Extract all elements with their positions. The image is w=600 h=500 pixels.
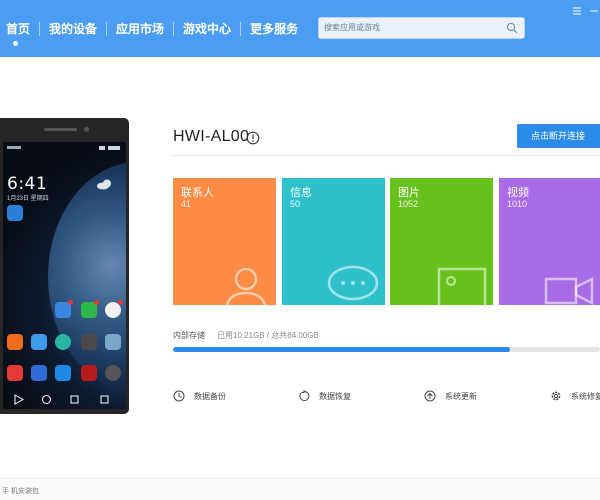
action-label: 系统更新 xyxy=(445,391,477,401)
update-icon xyxy=(424,390,436,402)
minimize-icon[interactable] xyxy=(588,5,600,17)
message-icon xyxy=(327,265,379,301)
repair-action[interactable]: 系统修复 xyxy=(550,389,600,403)
tile-label: 联系人 xyxy=(181,187,214,199)
tile-label: 图片 xyxy=(398,187,420,199)
info-icon[interactable] xyxy=(246,131,260,145)
status-text: 手 机安装包 xyxy=(2,488,39,495)
main-nav: 首页 我的设备 应用市场 游戏中心 更多服务 xyxy=(0,0,307,57)
phone-camera xyxy=(84,127,89,132)
phone-screen: 6:41 1月23日 星期四 xyxy=(3,142,126,409)
menu-icon[interactable] xyxy=(571,5,583,17)
storage-usage-text: 已用10.21GB / 总共64.00GB xyxy=(217,331,319,340)
tile-label: 信息 xyxy=(290,187,312,199)
tile-images[interactable]: 图片 1052 xyxy=(390,178,493,305)
search-icon[interactable] xyxy=(506,22,518,34)
image-icon xyxy=(437,267,487,305)
refresh-icon xyxy=(42,395,51,404)
app-icon-phone xyxy=(7,365,23,381)
search-placeholder: 搜索应用或游戏 xyxy=(324,23,380,32)
tab-home[interactable]: 首页 xyxy=(0,21,39,37)
search-input[interactable]: 搜索应用或游戏 xyxy=(318,17,525,39)
tile-label: 视频 xyxy=(507,187,529,199)
gear-icon xyxy=(551,391,561,401)
app-icon-taobao xyxy=(7,334,23,350)
tile-count: 41 xyxy=(181,199,192,209)
tile-contacts[interactable]: 联系人 41 xyxy=(173,178,276,305)
restore-icon xyxy=(299,390,310,401)
status-bar: 手 机安装包 xyxy=(0,478,600,500)
top-bar: 首页 我的设备 应用市场 游戏中心 更多服务 搜索应用或游戏 xyxy=(0,0,600,57)
app-icon-music xyxy=(81,365,97,381)
backup-icon xyxy=(173,390,185,402)
active-tab-indicator xyxy=(13,41,18,46)
phone-preview: 6:41 1月23日 星期四 xyxy=(0,118,129,414)
update-action[interactable]: 系统更新 xyxy=(424,389,477,403)
action-label: 数据恢复 xyxy=(319,391,351,401)
phone-speaker xyxy=(44,128,77,131)
tile-messages[interactable]: 信息 50 xyxy=(282,178,385,305)
storage-label: 内部存储 xyxy=(173,331,205,340)
app-icon-qq xyxy=(105,300,123,318)
tile-videos[interactable]: 视频 1010 xyxy=(499,178,600,305)
app-icon-files xyxy=(31,334,47,350)
app-icon-gallery xyxy=(7,205,23,221)
app-icon-alipay xyxy=(55,300,73,318)
contact-icon xyxy=(225,267,267,305)
tab-my-devices[interactable]: 我的设备 xyxy=(40,21,106,37)
tile-count: 50 xyxy=(290,199,301,209)
storage-progress-fill xyxy=(173,347,511,352)
cloud-icon xyxy=(97,179,111,190)
header-divider xyxy=(173,155,600,156)
crop-icon xyxy=(70,395,79,404)
tab-more-services[interactable]: 更多服务 xyxy=(241,21,307,37)
app-icon-camera xyxy=(105,365,121,381)
app-icon-browser xyxy=(55,334,71,350)
tile-count: 1052 xyxy=(398,199,419,209)
restore-action[interactable]: 数据恢复 xyxy=(298,389,351,403)
app-icon-messages xyxy=(31,365,47,381)
tab-game-center[interactable]: 游戏中心 xyxy=(174,21,240,37)
backup-action[interactable]: 数据备份 xyxy=(173,389,226,403)
app-icon-photos xyxy=(105,334,121,350)
tile-count: 1010 xyxy=(507,199,528,209)
app-icon-wechat xyxy=(81,300,99,318)
phone-date: 1月23日 星期四 xyxy=(7,196,49,202)
storage-progress-bar xyxy=(173,347,600,352)
action-label: 数据备份 xyxy=(194,391,226,401)
action-label: 系统修复 xyxy=(571,391,600,401)
app-icon-tools xyxy=(81,334,97,350)
wallpaper-earth xyxy=(48,162,126,392)
video-icon xyxy=(544,276,594,305)
phone-clock: 6:41 xyxy=(7,174,48,194)
app-icon-contacts xyxy=(55,365,71,381)
play-icon xyxy=(14,394,24,405)
device-name: HWI-AL00 xyxy=(173,128,250,145)
disconnect-button[interactable]: 点击断开连接 xyxy=(517,124,600,148)
phone-status-bar xyxy=(7,146,120,150)
square-icon xyxy=(100,395,109,404)
tab-app-market[interactable]: 应用市场 xyxy=(107,21,173,37)
